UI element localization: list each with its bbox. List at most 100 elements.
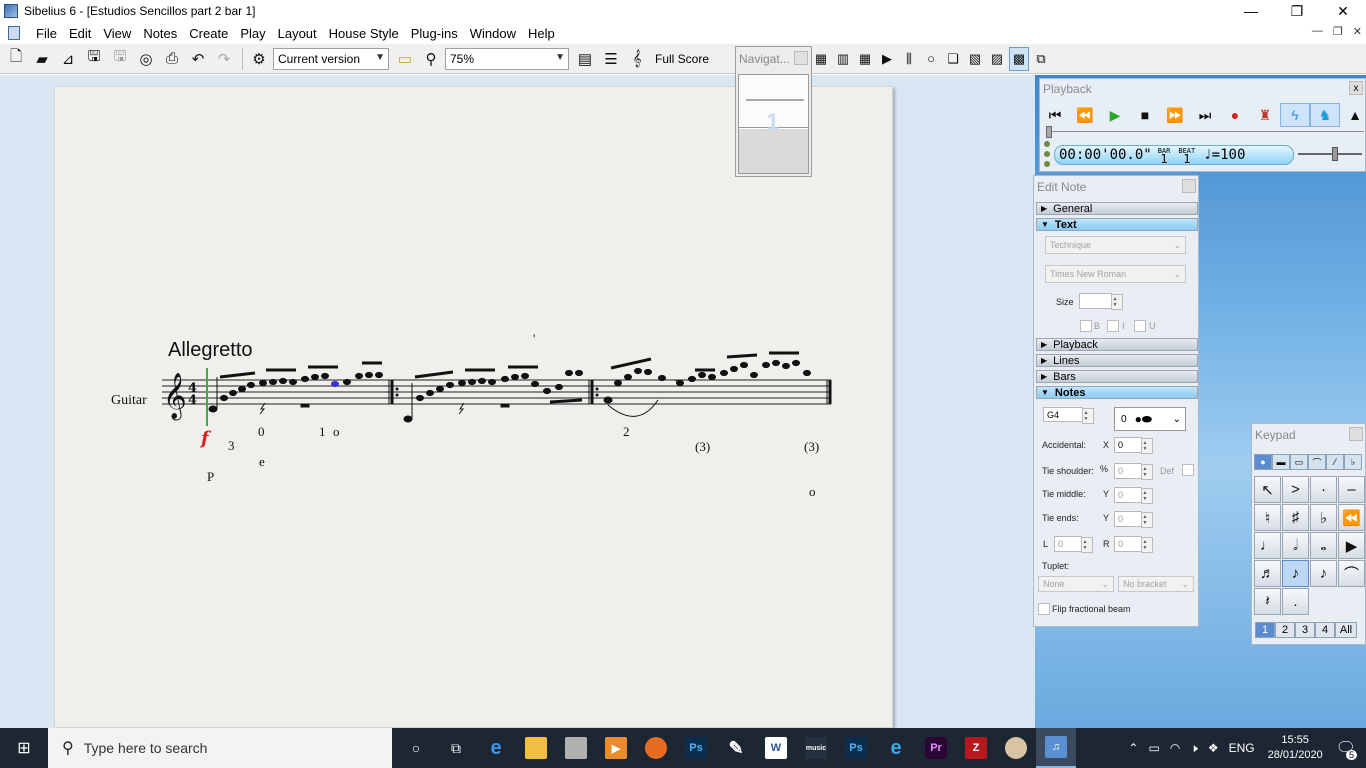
sibelius-taskbar-icon[interactable]: ♫ [1036, 728, 1076, 768]
fingering-text[interactable]: 0 [258, 424, 265, 439]
whole-note-icon[interactable]: 𝅝 [1310, 532, 1337, 559]
menu-notes[interactable]: Notes [137, 26, 183, 41]
l-field[interactable]: 0 [1054, 536, 1093, 553]
metronome-icon[interactable]: ▲ [1340, 103, 1366, 127]
firefox-icon[interactable] [636, 728, 676, 768]
technique-text[interactable]: P [207, 469, 214, 484]
tie-middle-field[interactable]: 0 [1114, 487, 1153, 504]
flat-icon[interactable]: ♭ [1310, 504, 1337, 531]
record-icon[interactable]: ● [1220, 103, 1250, 127]
print-icon[interactable]: ⎙ [160, 47, 184, 71]
app-drive-icon[interactable] [556, 728, 596, 768]
paint-icon[interactable] [996, 728, 1036, 768]
eighth-note-alt-icon[interactable]: ♪ [1310, 560, 1337, 587]
cd-icon[interactable]: ◎ [134, 47, 158, 71]
tie-ends-field[interactable]: 0 [1114, 511, 1153, 528]
clock[interactable]: 15:55 28/01/2020 [1268, 733, 1323, 763]
notehead-select[interactable]: 0 ●⬬ ⌄ [1114, 407, 1186, 431]
mdi-close-icon[interactable]: ✕ [1353, 25, 1362, 38]
stop-icon[interactable]: ■ [1130, 103, 1160, 127]
sixteenth-note-icon[interactable]: ♬ [1254, 560, 1281, 587]
text-style-select[interactable]: Technique ⌄ [1045, 236, 1186, 254]
task-view-icon[interactable]: ⧉ [436, 728, 476, 768]
dynamic-marking[interactable]: f [199, 428, 212, 449]
dropbox-icon[interactable]: ❖ [1208, 741, 1219, 755]
italic-checkbox[interactable] [1107, 320, 1119, 332]
photoshop-icon[interactable]: Ps [676, 728, 716, 768]
focus-staves-icon[interactable]: 𝄞 [625, 47, 649, 71]
window-playback-icon[interactable]: ▶ [877, 47, 897, 71]
premiere-icon[interactable]: Pr [916, 728, 956, 768]
panorama-icon[interactable]: ▤ [573, 47, 597, 71]
play-icon[interactable]: ▶ [1100, 103, 1130, 127]
window-keypad-icon[interactable]: ▦ [811, 47, 831, 71]
zoom-icon[interactable]: ⚲ [419, 47, 443, 71]
tenuto-icon[interactable]: – [1338, 476, 1365, 503]
edge-icon[interactable]: e [476, 728, 516, 768]
def-checkbox[interactable] [1182, 464, 1194, 476]
language-indicator[interactable]: ENG [1229, 741, 1255, 755]
notification-icon[interactable]: 🗨 5 [1336, 738, 1357, 760]
size-field[interactable] [1079, 293, 1123, 310]
menu-view[interactable]: View [97, 26, 137, 41]
time-signature-bottom[interactable]: 4 [188, 393, 197, 408]
click-icon[interactable]: ♜ [1250, 103, 1280, 127]
staff-lines-icon[interactable]: ☰ [599, 47, 623, 71]
score-page[interactable]: Allegretto Guitar 𝄞 4 4 𝄾 f 3 0 1 o 2 (3… [54, 86, 893, 728]
live-playback-icon[interactable]: ♞ [1310, 103, 1340, 127]
measure-1-notes[interactable] [208, 361, 383, 415]
minimize-button[interactable]: — [1228, 0, 1274, 22]
sharp-icon[interactable]: ♯ [1282, 504, 1309, 531]
font-select[interactable]: Times New Roman ⌄ [1045, 265, 1186, 283]
menu-create[interactable]: Create [183, 26, 234, 41]
rewind-icon[interactable]: ⏪ [1338, 504, 1365, 531]
battery-icon[interactable]: ▭ [1148, 741, 1159, 755]
keypad-close-button[interactable] [1349, 427, 1363, 441]
bracket-select[interactable]: No bracket ⌄ [1118, 576, 1194, 592]
menu-layout[interactable]: Layout [272, 26, 323, 41]
section-bars[interactable]: ▶ Bars [1036, 370, 1198, 383]
rewind-to-start-icon[interactable]: ⏮ [1040, 103, 1070, 127]
quarter-note-icon[interactable]: ♩ [1254, 532, 1281, 559]
window-mixer-icon[interactable]: ▥ [833, 47, 853, 71]
underline-checkbox[interactable] [1134, 320, 1146, 332]
edit-note-close-button[interactable] [1182, 179, 1196, 193]
menu-play[interactable]: Play [234, 26, 271, 41]
window-hide-all-icon[interactable]: ⧉ [1031, 47, 1051, 71]
section-notes[interactable]: ▼ Notes [1036, 386, 1198, 399]
section-general[interactable]: ▶ General [1036, 202, 1198, 215]
go-to-end-icon[interactable]: ⏭ [1190, 103, 1220, 127]
dot-icon[interactable]: . [1282, 588, 1309, 615]
file-explorer-icon[interactable] [516, 728, 556, 768]
tie-icon[interactable]: ⌒ [1338, 560, 1365, 587]
technique-texts[interactable]: e P o ' [207, 331, 816, 499]
section-text[interactable]: ▼ Text [1036, 218, 1198, 231]
mdi-restore-icon[interactable]: ❐ [1333, 25, 1343, 38]
undo-icon[interactable]: ↶ [186, 47, 210, 71]
section-lines[interactable]: ▶ Lines [1036, 354, 1198, 367]
navigator-view[interactable]: 1 [738, 74, 809, 174]
playback-close-button[interactable]: x [1349, 81, 1363, 95]
tempo-slider[interactable] [1298, 147, 1362, 161]
windows-start-icon[interactable]: ⊞ [0, 728, 48, 768]
window-light-icon[interactable]: ○ [921, 47, 941, 71]
keypad-tab-jazz-icon[interactable]: ⁄ [1326, 454, 1344, 470]
document-icon[interactable] [8, 26, 20, 40]
natural-icon[interactable]: ♮ [1254, 504, 1281, 531]
treble-clef-icon[interactable]: 𝄞 [163, 373, 187, 421]
fast-forward-icon[interactable]: ⏩ [1160, 103, 1190, 127]
zoom-select[interactable]: 75% ▼ [445, 47, 569, 70]
word-icon[interactable]: W [756, 728, 796, 768]
window-ideas-icon[interactable]: ▦ [855, 47, 875, 71]
fingering-text[interactable]: (3) [695, 439, 710, 454]
tie-shoulder-field[interactable]: 0 [1114, 463, 1153, 480]
playback-position-slider[interactable] [1046, 126, 1364, 138]
fingerings[interactable]: 3 0 1 o 2 (3) (3) [228, 424, 819, 454]
save-all-icon[interactable]: 🖫 [108, 47, 132, 71]
accent-icon[interactable]: > [1282, 476, 1309, 503]
media-player-icon[interactable]: ▶ [596, 728, 636, 768]
fingering-text[interactable]: 1 [319, 424, 326, 439]
instrument-name[interactable]: Guitar [111, 393, 147, 408]
menu-help[interactable]: Help [522, 26, 561, 41]
menu-window[interactable]: Window [464, 26, 522, 41]
